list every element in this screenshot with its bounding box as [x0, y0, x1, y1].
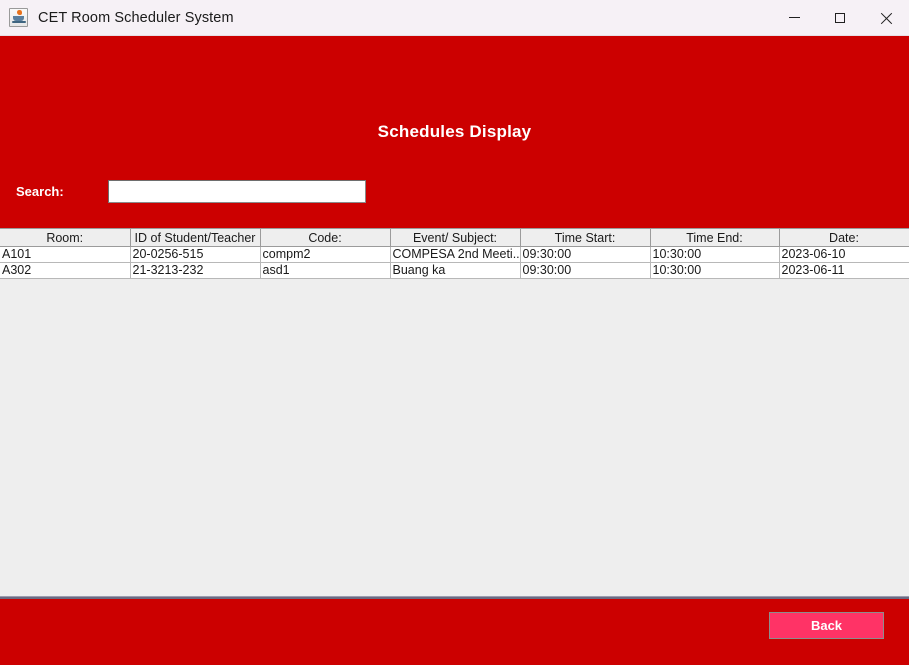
schedules-table-area: Room: ID of Student/Teacher Code: Event/…: [0, 228, 909, 596]
close-button[interactable]: [863, 0, 909, 35]
minimize-button[interactable]: [771, 0, 817, 35]
window-title: CET Room Scheduler System: [38, 9, 234, 26]
column-header-room[interactable]: Room:: [0, 228, 131, 247]
cell-id: 21-3213-232: [130, 262, 261, 279]
window-titlebar: CET Room Scheduler System: [0, 0, 909, 36]
cell-code: compm2: [260, 246, 391, 263]
cell-date: 2023-06-11: [779, 262, 909, 279]
table-header-row: Room: ID of Student/Teacher Code: Event/…: [0, 228, 909, 247]
search-label: Search:: [16, 184, 64, 199]
cell-date: 2023-06-10: [779, 246, 909, 263]
java-coffee-cup-icon: [9, 8, 28, 27]
cell-event: COMPESA 2nd Meeti...: [390, 246, 521, 263]
close-icon: [880, 12, 892, 24]
minimize-icon: [788, 17, 800, 18]
maximize-button[interactable]: [817, 0, 863, 35]
cell-time-end: 10:30:00: [650, 262, 780, 279]
cell-time-end: 10:30:00: [650, 246, 780, 263]
maximize-icon: [835, 12, 845, 23]
column-header-time-end[interactable]: Time End:: [649, 228, 780, 247]
schedules-table: Room: ID of Student/Teacher Code: Event/…: [0, 228, 909, 279]
application-window: CET Room Scheduler System Schedules Disp…: [0, 0, 909, 665]
cell-room: A101: [0, 246, 131, 263]
cell-code: asd1: [260, 262, 391, 279]
back-button[interactable]: Back: [769, 612, 884, 639]
cell-time-start: 09:30:00: [520, 246, 651, 263]
table-row[interactable]: A101 20-0256-515 compm2 COMPESA 2nd Meet…: [0, 246, 909, 263]
footer-panel: Back: [0, 599, 909, 665]
column-header-event[interactable]: Event/ Subject:: [389, 228, 521, 247]
column-header-time-start[interactable]: Time Start:: [519, 228, 651, 247]
page-title: Schedules Display: [377, 122, 532, 141]
titlebar-controls: [771, 0, 909, 35]
cell-event: Buang ka: [390, 262, 521, 279]
cell-id: 20-0256-515: [130, 246, 261, 263]
cell-time-start: 09:30:00: [520, 262, 651, 279]
header-panel: Schedules Display Search:: [0, 36, 909, 228]
table-row[interactable]: A302 21-3213-232 asd1 Buang ka 09:30:00 …: [0, 262, 909, 279]
search-row: Search:: [16, 180, 366, 203]
titlebar-left: CET Room Scheduler System: [0, 0, 234, 35]
column-header-date[interactable]: Date:: [778, 228, 909, 247]
column-header-code[interactable]: Code:: [259, 228, 391, 247]
column-header-id[interactable]: ID of Student/Teacher: [129, 228, 261, 247]
cell-room: A302: [0, 262, 131, 279]
search-input[interactable]: [108, 180, 366, 203]
